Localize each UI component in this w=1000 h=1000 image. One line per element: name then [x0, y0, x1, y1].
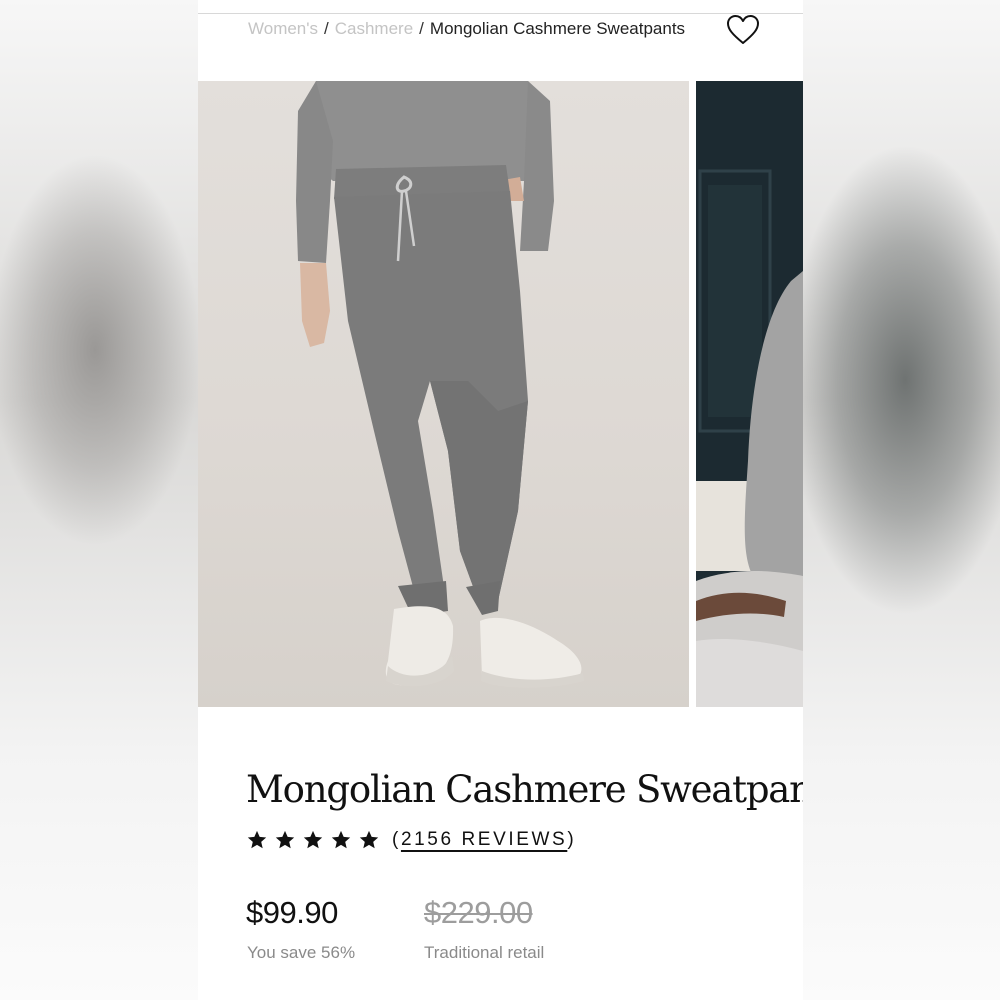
product-title: Mongolian Cashmere Sweatpants — [246, 768, 803, 811]
product-image-main[interactable] — [198, 81, 689, 707]
star-icon — [247, 830, 267, 849]
reviews-close-paren: ) — [567, 829, 577, 850]
reviews-count: (2156 REVIEWS) — [392, 829, 576, 851]
star-icon — [303, 830, 323, 849]
star-icon — [359, 830, 379, 849]
model-photo — [296, 81, 584, 688]
star-rating — [246, 829, 380, 851]
header-divider — [198, 13, 803, 14]
retail-label: Traditional retail — [424, 943, 545, 962]
product-gallery[interactable] — [198, 81, 803, 707]
product-page: Women's / Cashmere / Mongolian Cashmere … — [198, 0, 803, 1000]
product-rating: (2156 REVIEWS) — [246, 826, 576, 854]
reviews-open-paren: ( — [392, 829, 401, 850]
star-icon — [331, 830, 351, 849]
breadcrumb-current: Mongolian Cashmere Sweatpants — [429, 19, 686, 38]
star-icon — [275, 830, 295, 849]
product-image-next[interactable] — [696, 81, 803, 707]
wishlist-button[interactable] — [726, 14, 760, 46]
sale-price: $99.90 — [246, 895, 338, 930]
lifestyle-photo — [696, 81, 803, 707]
heart-icon — [727, 15, 759, 44]
breadcrumb-link-cashmere[interactable]: Cashmere — [335, 19, 413, 39]
savings-note: You save 56% — [247, 943, 356, 962]
retail-price: $229.00 — [424, 895, 533, 930]
breadcrumb-separator: / — [419, 19, 424, 38]
breadcrumb-separator: / — [324, 19, 329, 38]
reviews-link[interactable]: 2156 REVIEWS — [401, 829, 567, 850]
breadcrumb: Women's / Cashmere / Mongolian Cashmere … — [248, 18, 685, 40]
breadcrumb-link-womens[interactable]: Women's — [248, 19, 318, 39]
